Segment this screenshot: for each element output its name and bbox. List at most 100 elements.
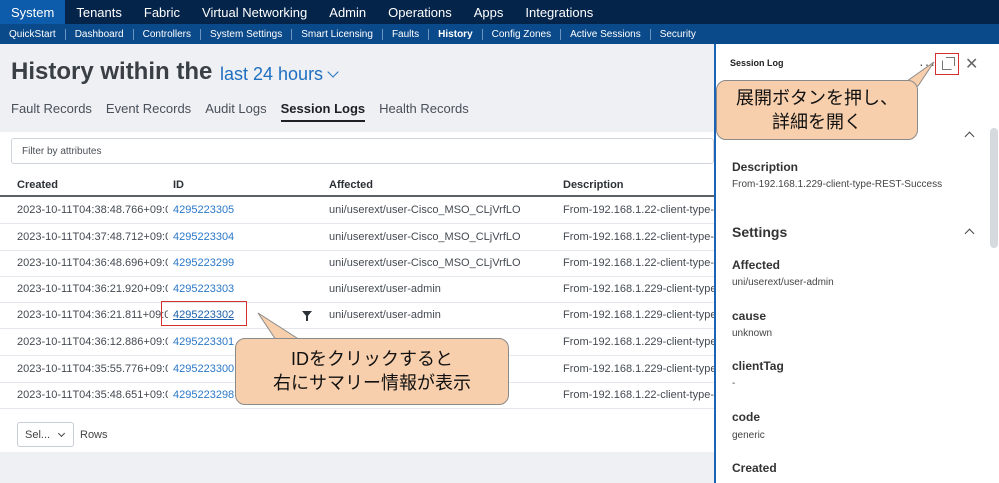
table-row[interactable]: 2023-10-11T04:37:48.712+09:00 4295223304… <box>0 224 714 251</box>
cell-id-link[interactable]: 4295223303 <box>173 283 234 295</box>
clienttag-value: - <box>732 378 736 389</box>
code-label: code <box>732 410 761 424</box>
tab-health-records[interactable]: Health Records <box>379 101 469 122</box>
cell-affected: uni/userext/user-admin <box>329 283 441 295</box>
cell-description: From-192.168.1.229-client-type-REST-Succ… <box>563 363 714 375</box>
cell-affected: uni/userext/user-admin <box>329 309 441 321</box>
open-details-button[interactable] <box>935 53 959 75</box>
cell-created: 2023-10-11T04:36:12.886+09:00 <box>17 336 168 348</box>
annotation-open-details: 展開ボタンを押し、 詳細を開く <box>716 80 918 140</box>
cell-created: 2023-10-11T04:36:48.696+09:00 <box>17 257 168 269</box>
cell-created: 2023-10-11T04:38:48.766+09:00 <box>17 204 168 216</box>
cell-description: From-192.168.1.22-client-type-REST-Succe… <box>563 204 714 216</box>
cell-description: From-192.168.1.22-client-type-REST-Succe… <box>563 231 714 243</box>
cell-created: 2023-10-11T04:37:48.712+09:00 <box>17 231 168 243</box>
code-value: generic <box>732 430 765 441</box>
cell-description: From-192.168.1.22-client-type-REST-Succe… <box>563 389 714 401</box>
nav-admin[interactable]: Admin <box>318 0 377 24</box>
nav-integrations[interactable]: Integrations <box>514 0 604 24</box>
cell-created: 2023-10-11T04:35:48.651+09:00 <box>17 389 168 401</box>
tab-session-logs[interactable]: Session Logs <box>280 101 366 122</box>
chevron-down-icon <box>327 66 339 78</box>
cause-label: cause <box>732 309 767 323</box>
nav-virtual-networking[interactable]: Virtual Networking <box>191 0 318 24</box>
sub-nav: QuickStart Dashboard Controllers System … <box>0 24 999 44</box>
id-highlight-box <box>161 301 247 326</box>
tab-event-records[interactable]: Event Records <box>106 101 191 122</box>
annotation-click-id: IDをクリックすると 右にサマリー情報が表示 <box>235 338 509 405</box>
column-affected[interactable]: Affected <box>329 179 373 191</box>
tab-fault-records[interactable]: Fault Records <box>11 101 92 122</box>
subnav-controllers[interactable]: Controllers <box>134 28 201 40</box>
cell-id-link[interactable]: 4295223305 <box>173 204 234 216</box>
table-row[interactable]: 2023-10-11T04:36:21.920+09:00 4295223303… <box>0 276 714 303</box>
cell-created: 2023-10-11T04:36:21.811+09:00 <box>17 309 168 321</box>
nav-system[interactable]: System <box>0 0 66 24</box>
nav-tenants[interactable]: Tenants <box>65 0 133 24</box>
table-header: Created ID Affected Description <box>0 175 714 197</box>
time-range-dropdown[interactable]: last 24 hours <box>220 64 339 85</box>
panel-scrollbar[interactable] <box>990 128 998 248</box>
subnav-system-settings[interactable]: System Settings <box>201 28 293 40</box>
table-row[interactable]: 2023-10-11T04:38:48.766+09:00 4295223305… <box>0 197 714 224</box>
subnav-smart-licensing[interactable]: Smart Licensing <box>292 28 383 40</box>
panel-title: Session Log <box>730 58 784 68</box>
more-options-icon[interactable]: ··· <box>919 56 936 72</box>
nav-fabric[interactable]: Fabric <box>133 0 191 24</box>
cell-id-link[interactable]: 4295223301 <box>173 336 234 348</box>
subnav-active-sessions[interactable]: Active Sessions <box>561 28 651 40</box>
nav-apps[interactable]: Apps <box>463 0 515 24</box>
cell-id-link[interactable]: 4295223299 <box>173 257 234 269</box>
cell-created: 2023-10-11T04:36:21.920+09:00 <box>17 283 168 295</box>
time-range-label: last 24 hours <box>220 64 324 84</box>
settings-section-title: Settings <box>732 224 788 240</box>
column-created[interactable]: Created <box>17 179 58 191</box>
column-description[interactable]: Description <box>563 179 624 191</box>
subnav-dashboard[interactable]: Dashboard <box>66 28 134 40</box>
cell-affected: uni/userext/user-Cisco_MSO_CLjVrfLO <box>329 257 521 269</box>
history-tabs: Fault Records Event Records Audit Logs S… <box>11 101 483 122</box>
cell-created: 2023-10-11T04:35:55.776+09:00 <box>17 363 168 375</box>
nav-operations[interactable]: Operations <box>377 0 463 24</box>
affected-value: uni/userext/user-admin <box>732 277 834 288</box>
subnav-security[interactable]: Security <box>651 29 705 40</box>
top-nav: System Tenants Fabric Virtual Networking… <box>0 0 999 24</box>
subnav-config-zones[interactable]: Config Zones <box>483 28 562 40</box>
rows-per-page-select[interactable]: Sel... <box>17 422 74 447</box>
subnav-quickstart[interactable]: QuickStart <box>0 28 66 40</box>
chevron-down-icon <box>57 429 66 438</box>
annotation-text: 右にサマリー情報が表示 <box>273 373 471 393</box>
cell-description: From-192.168.1.229-client-type-REST-Succ… <box>563 336 714 348</box>
affected-label: Affected <box>732 258 781 272</box>
created-label: Created <box>732 461 777 475</box>
subnav-faults[interactable]: Faults <box>383 28 430 40</box>
cell-affected: uni/userext/user-Cisco_MSO_CLjVrfLO <box>329 231 521 243</box>
rows-per-page-value: Sel... <box>25 429 51 441</box>
column-id[interactable]: ID <box>173 179 184 191</box>
cell-id-link[interactable]: 4295223304 <box>173 231 234 243</box>
chevron-up-icon[interactable] <box>964 131 975 142</box>
cell-description: From-192.168.1.22-client-type-REST-Succe… <box>563 257 714 269</box>
annotation-text: IDをクリックすると <box>291 349 453 369</box>
external-link-arrow-icon <box>946 57 955 66</box>
description-value: From-192.168.1.229-client-type-REST-Succ… <box>732 179 943 190</box>
page-title: History within the <box>11 58 213 85</box>
cell-description: From-192.168.1.229-client-type-REST-Succ… <box>563 309 714 321</box>
filter-funnel-icon[interactable] <box>302 311 312 321</box>
chevron-up-icon[interactable] <box>964 228 975 239</box>
cell-description: From-192.168.1.229-client-type-REST-Succ… <box>563 283 714 295</box>
table-row[interactable]: 2023-10-11T04:36:48.696+09:00 4295223299… <box>0 250 714 277</box>
filter-input[interactable]: Filter by attributes <box>11 138 714 164</box>
table-row[interactable]: 2023-10-11T04:36:21.811+09:00 4295223302… <box>0 302 714 329</box>
rows-label: Rows <box>80 429 108 441</box>
cell-id-link[interactable]: 4295223300 <box>173 363 234 375</box>
annotation-text: 展開ボタンを押し、 <box>736 88 898 108</box>
close-icon[interactable]: ✕ <box>965 54 978 74</box>
cell-id-link[interactable]: 4295223298 <box>173 389 234 401</box>
tab-audit-logs[interactable]: Audit Logs <box>205 101 266 122</box>
cell-affected: uni/userext/user-Cisco_MSO_CLjVrfLO <box>329 204 521 216</box>
description-label: Description <box>732 160 799 174</box>
clienttag-label: clientTag <box>732 359 784 373</box>
subnav-history[interactable]: History <box>429 28 483 40</box>
annotation-text: 詳細を開く <box>772 112 862 132</box>
